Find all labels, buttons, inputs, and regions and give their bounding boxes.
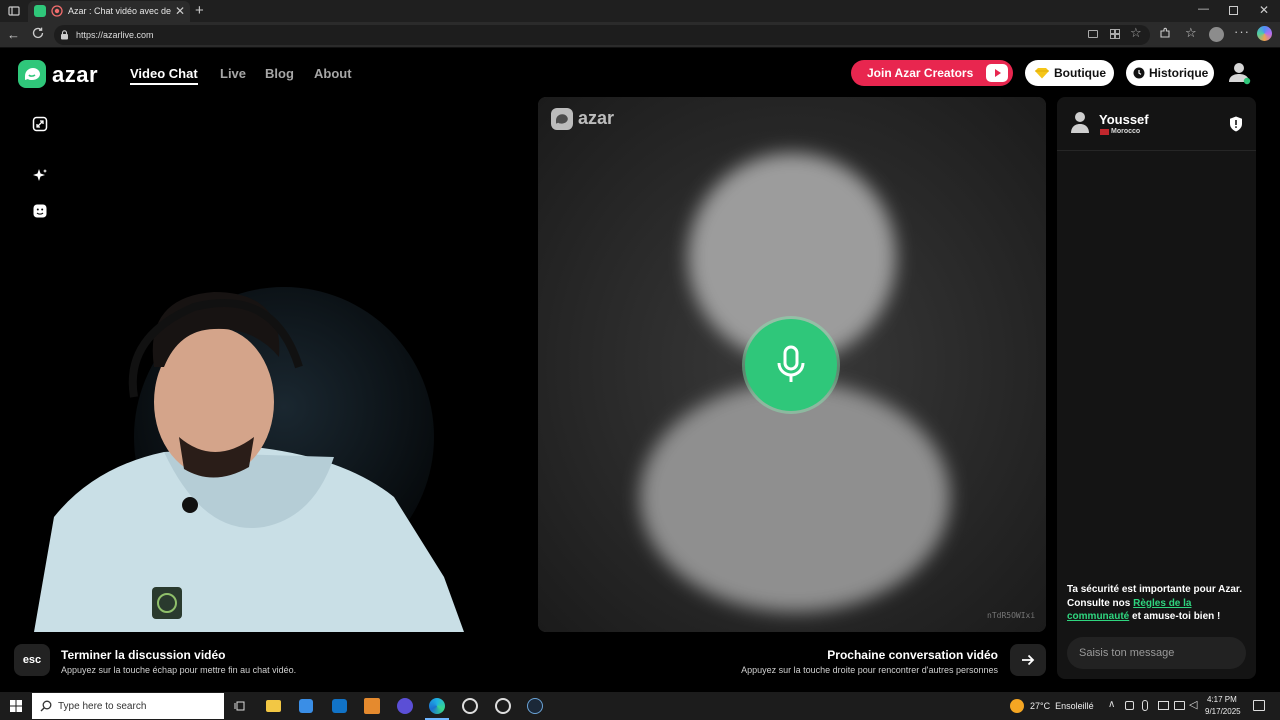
safety-text-end: et amuse-toi bien !	[1129, 611, 1221, 622]
end-chat-title: Terminer la discussion vidéo	[61, 648, 226, 662]
app-available-icon[interactable]	[1110, 29, 1120, 39]
microphone-button[interactable]	[745, 319, 837, 411]
azar-favicon-icon	[34, 5, 46, 17]
join-creators-button[interactable]: Join Azar Creators	[851, 60, 1013, 86]
new-tab-icon[interactable]: +	[195, 2, 204, 19]
tray-network-icon[interactable]	[1174, 701, 1185, 710]
extensions-icon[interactable]	[1159, 27, 1171, 39]
self-video-panel	[14, 97, 525, 632]
outlook-icon[interactable]	[332, 699, 347, 713]
play-icon	[986, 64, 1008, 82]
browser-tab-bar: Azar : Chat vidéo avec de no ✕ + — ✕	[0, 0, 1280, 22]
maximize-icon[interactable]	[1229, 6, 1238, 15]
task-view-icon[interactable]	[234, 700, 246, 712]
report-shield-icon[interactable]	[1229, 116, 1243, 132]
browser-tab-active[interactable]: Azar : Chat vidéo avec de no ✕	[28, 1, 190, 22]
more-menu-icon[interactable]: ···	[1234, 24, 1250, 39]
esc-key-label: esc	[22, 654, 42, 666]
tray-mic-icon[interactable]	[1142, 700, 1148, 711]
chat-divider	[1057, 150, 1256, 151]
steam-overlay-icon[interactable]	[495, 698, 511, 714]
azar-logo-text[interactable]: azar	[52, 62, 98, 88]
tab-actions-icon[interactable]	[8, 5, 20, 17]
tray-chevron-icon[interactable]: ∧	[1108, 699, 1115, 710]
close-tab-icon[interactable]: ✕	[175, 4, 185, 18]
remote-azar-logo-text: azar	[578, 108, 615, 128]
search-icon	[40, 700, 52, 712]
nav-active-underline	[130, 83, 198, 85]
partner-name: Youssef	[1099, 112, 1149, 127]
gem-icon	[1035, 67, 1049, 79]
obs-icon[interactable]	[462, 698, 478, 714]
lock-icon[interactable]	[60, 30, 69, 40]
steam-icon[interactable]	[527, 698, 543, 714]
minimize-icon[interactable]: —	[1198, 3, 1209, 15]
next-chat-subtitle: Appuyez sur la touche droite pour rencon…	[741, 665, 998, 675]
historique-label: Historique	[1149, 66, 1209, 80]
url-text: https://azarlive.com	[76, 30, 154, 40]
favorites-icon[interactable]: ☆	[1185, 25, 1197, 41]
azar-site: azar Video Chat Live Blog About Join Aza…	[0, 48, 1280, 692]
partner-country: Morocco	[1111, 128, 1141, 135]
video-capture-icon[interactable]	[1088, 30, 1098, 38]
nav-video-chat[interactable]: Video Chat	[130, 66, 198, 81]
message-placeholder: Saisis ton message	[1079, 647, 1175, 659]
tray-monitor-icon[interactable]	[1158, 701, 1169, 710]
remote-azar-logo-icon	[551, 108, 573, 130]
microsoft-store-icon[interactable]	[299, 699, 313, 713]
weather-text[interactable]: 27°C Ensoleillé	[1030, 701, 1094, 711]
safety-notice: Ta sécurité est importante pour Azar. Co…	[1067, 583, 1249, 624]
partner-avatar-icon[interactable]	[1071, 111, 1089, 133]
morocco-flag-icon	[1100, 129, 1109, 135]
app-launcher-icon[interactable]	[364, 698, 380, 714]
microphone-icon	[777, 345, 805, 382]
boutique-button[interactable]: Boutique	[1025, 60, 1114, 86]
session-id-code: nTdR5OWIxi	[987, 611, 1036, 620]
next-chat-button[interactable]	[1010, 644, 1046, 676]
self-camera-feed	[34, 287, 464, 632]
edge-browser-icon[interactable]	[429, 698, 445, 714]
profile-avatar-icon[interactable]	[1209, 27, 1224, 42]
boutique-label: Boutique	[1054, 66, 1106, 80]
taskbar-search-placeholder: Type here to search	[58, 700, 147, 712]
refresh-icon[interactable]	[31, 26, 45, 40]
end-chat-subtitle: Appuyez sur la touche échap pour mettre …	[61, 665, 297, 675]
clock-date[interactable]: 9/17/2025	[1205, 707, 1241, 716]
copilot-icon[interactable]	[1257, 26, 1272, 41]
notifications-icon[interactable]	[1253, 700, 1265, 711]
nav-blog[interactable]: Blog	[265, 66, 294, 81]
favorite-star-icon[interactable]: ☆	[1130, 25, 1142, 41]
chat-panel: Youssef Morocco Ta sécurité est importan…	[1057, 97, 1256, 679]
remote-video-panel: azar nTdR5OWIxi	[538, 97, 1046, 632]
tray-volume-icon[interactable]: ◁	[1189, 698, 1197, 711]
azar-logo-icon[interactable]	[18, 60, 46, 88]
esc-key-button[interactable]: esc	[14, 644, 50, 676]
user-profile-icon[interactable]	[1228, 60, 1252, 86]
clock-icon	[1133, 67, 1145, 79]
nav-live[interactable]: Live	[220, 66, 246, 81]
tray-app-icon[interactable]	[1125, 701, 1134, 710]
nav-about[interactable]: About	[314, 66, 352, 81]
next-chat-title: Prochaine conversation vidéo	[827, 648, 998, 662]
message-input[interactable]: Saisis ton message	[1067, 637, 1246, 669]
join-creators-label: Join Azar Creators	[867, 66, 974, 80]
url-input[interactable]: https://azarlive.com	[54, 25, 1150, 45]
close-window-icon[interactable]: ✕	[1259, 3, 1269, 17]
recording-icon	[51, 5, 63, 17]
clock-time[interactable]: 4:17 PM	[1207, 695, 1237, 704]
discord-icon[interactable]	[397, 698, 413, 714]
arrow-right-icon	[1022, 654, 1035, 666]
tab-title: Azar : Chat vidéo avec de no	[68, 6, 173, 16]
back-icon[interactable]: ←	[7, 27, 20, 42]
weather-sun-icon	[1010, 699, 1024, 713]
taskbar-search-box[interactable]: Type here to search	[32, 693, 224, 719]
historique-button[interactable]: Historique	[1126, 60, 1214, 86]
address-bar-row: ← https://azarlive.com ☆ ☆ ···	[0, 22, 1280, 48]
file-explorer-icon[interactable]	[266, 700, 281, 712]
windows-taskbar: Type here to search 27°C Ensoleillé ∧ ◁ …	[0, 692, 1280, 720]
windows-start-icon[interactable]	[10, 700, 22, 712]
